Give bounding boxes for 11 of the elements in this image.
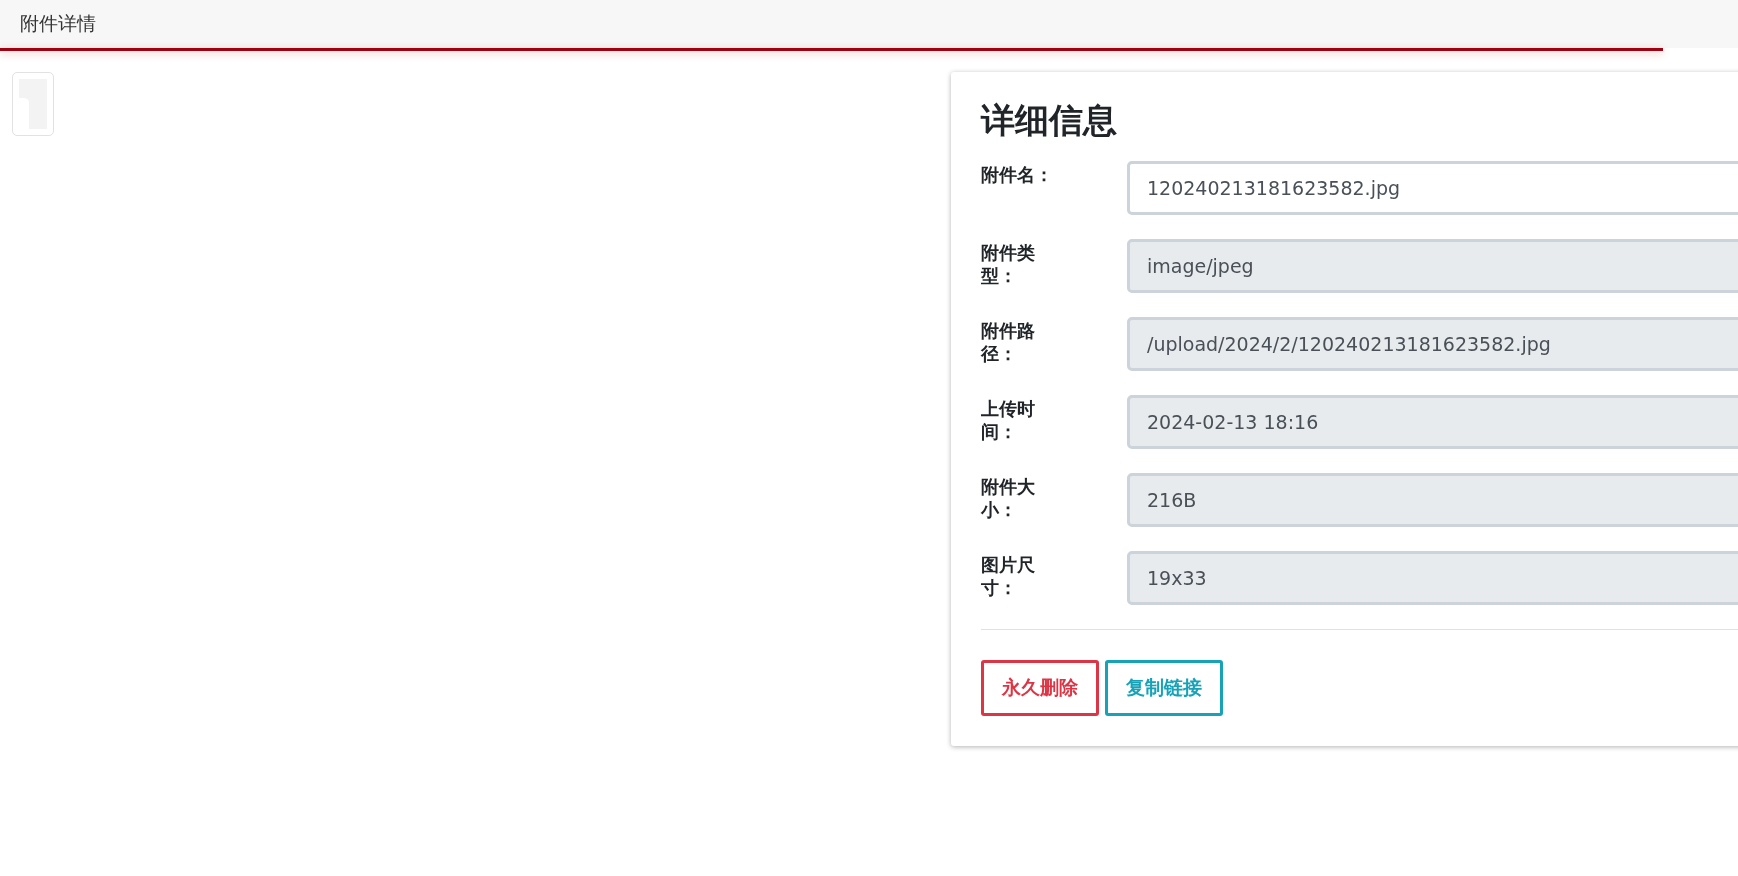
card-title: 详细信息	[981, 100, 1118, 141]
field-label: 附件名：	[981, 162, 1054, 187]
page-title: 附件详情	[20, 11, 96, 36]
delete-button[interactable]: 永久删除	[981, 659, 1099, 716]
field-label: 附件大小：	[981, 474, 1036, 522]
field-label: 附件路径：	[981, 318, 1036, 366]
text-field[interactable]: 120240213181623582.jpg	[1127, 160, 1738, 215]
field-label: 上传时间：	[981, 396, 1036, 444]
field-label: 附件类型：	[981, 240, 1036, 288]
field-label: 图片尺寸：	[981, 552, 1036, 600]
image-thumbnail[interactable]	[12, 72, 54, 136]
